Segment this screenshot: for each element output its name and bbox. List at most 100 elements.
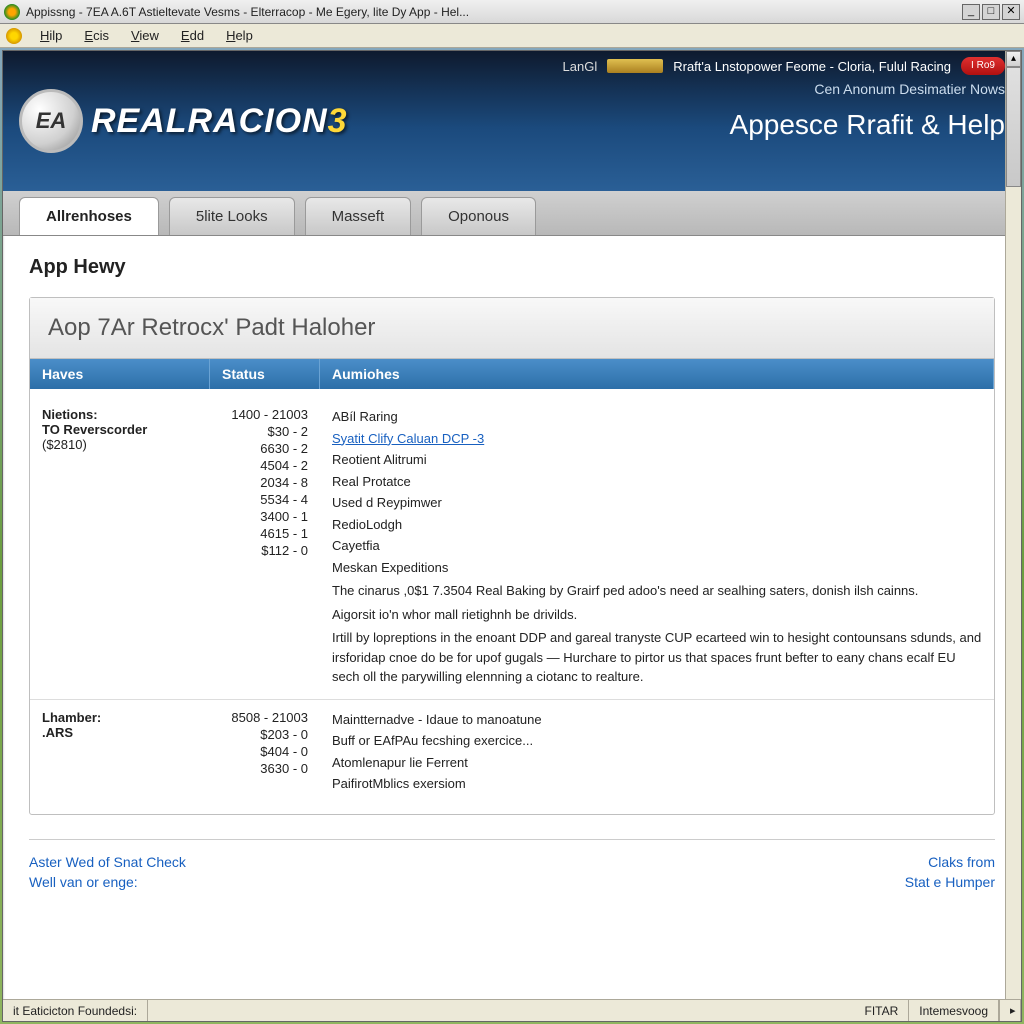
page-content: App Hewy Aop 7Ar Retrocx' Padt Haloher H… xyxy=(3,236,1021,914)
tab-oponous[interactable]: Oponous xyxy=(421,197,536,235)
logo-text: REALRACION3 xyxy=(91,102,348,141)
list-item: RedioLodgh xyxy=(332,515,982,535)
logo-number: 3 xyxy=(328,102,348,140)
gold-badge-icon xyxy=(607,59,663,73)
row-label: .ARS xyxy=(42,725,198,740)
tab-masseft[interactable]: Masseft xyxy=(305,197,412,235)
footer-link[interactable]: Well van or enge: xyxy=(29,874,186,890)
content-frame: LanGl Rraft'a Lnstopower Feome - Cloria,… xyxy=(2,50,1022,1022)
table-body: Nietions: TO Reverscorder ($2810) 1400 -… xyxy=(30,389,994,814)
table-row: Nietions: TO Reverscorder ($2810) 1400 -… xyxy=(30,397,994,699)
row-label: ($2810) xyxy=(42,437,87,452)
table-header: Haves Status Aumiohes xyxy=(30,359,994,389)
footer-link[interactable]: Aster Wed of Snat Check xyxy=(29,854,186,870)
close-button[interactable]: ✕ xyxy=(1002,4,1020,20)
footer-right: Claks from Stat e Humper xyxy=(905,854,995,894)
footer-link[interactable]: Stat e Humper xyxy=(905,874,995,890)
col-aumiohes: Aumiohes xyxy=(320,359,994,389)
scroll-thumb[interactable] xyxy=(1006,67,1021,187)
window-titlebar: Appissng - 7EA A.6T Astieltevate Vesms -… xyxy=(0,0,1024,24)
list-item: Used d Reypimwer xyxy=(332,493,982,513)
tab-allrenhoses[interactable]: Allrenhoses xyxy=(19,197,159,235)
row-labels: Nietions: TO Reverscorder ($2810) xyxy=(30,403,210,693)
maximize-button[interactable]: □ xyxy=(982,4,1000,20)
menu-label: elp xyxy=(235,28,252,43)
status-value: 5534 - 4 xyxy=(222,492,308,507)
menu-icon xyxy=(6,28,22,44)
status-value: 4615 - 1 xyxy=(222,526,308,541)
menu-label: ilp xyxy=(49,28,62,43)
status-value: 3400 - 1 xyxy=(222,509,308,524)
paragraph: Irtill by lopreptions in the enoant DDP … xyxy=(332,628,982,687)
banner-top-text: Rraft'a Lnstopower Feome - Cloria, Fulul… xyxy=(673,59,951,74)
tab-5lite-looks[interactable]: 5lite Loоks xyxy=(169,197,295,235)
menu-hilp[interactable]: Hilp xyxy=(30,26,72,45)
status-value: 4504 - 2 xyxy=(222,458,308,473)
app-icon xyxy=(4,4,20,20)
red-badge[interactable]: I Ro9 xyxy=(961,57,1005,75)
logo-circle-icon: EA xyxy=(19,89,83,153)
status-value: 8508 - 21003 xyxy=(222,710,308,725)
list-item-link[interactable]: Syatit Clify Caluan DCP -3 xyxy=(332,431,484,446)
banner-top: LanGl Rraft'a Lnstopower Feome - Cloria,… xyxy=(19,51,1005,75)
menu-help[interactable]: Help xyxy=(216,26,263,45)
row-aumiohes: Maintternadve - Idaue to manoatune Buff … xyxy=(320,706,994,800)
col-status: Status xyxy=(210,359,320,389)
content-scroll: LanGl Rraft'a Lnstopower Feome - Cloria,… xyxy=(3,51,1021,999)
status-value: 6630 - 2 xyxy=(222,441,308,456)
menu-ecis[interactable]: Ecis xyxy=(74,26,119,45)
list-item: PaifirotMblics exersiom xyxy=(332,774,982,794)
list-item: Maintternadve - Idaue to manoatune xyxy=(332,710,982,730)
row-label: Nietions: xyxy=(42,407,198,422)
row-status: 8508 - 21003 $203 - 0 $404 - 0 3630 - 0 xyxy=(210,706,320,800)
col-haves: Haves xyxy=(30,359,210,389)
tabs-bar: Allrenhoses 5lite Loоks Masseft Oponous xyxy=(3,191,1021,236)
list-item: Reotient Alitrumi xyxy=(332,450,982,470)
menu-view[interactable]: View xyxy=(121,26,169,45)
status-value: $30 - 2 xyxy=(222,424,308,439)
list-item: Meskan Expeditions xyxy=(332,558,982,578)
menu-label: cis xyxy=(93,28,109,43)
list-item: ABíl Raring xyxy=(332,407,982,427)
list-item: Atomlenapur lie Ferrent xyxy=(332,753,982,773)
list-item: Buff or EAfPAu fecshing exercice... xyxy=(332,731,982,751)
scroll-up-button[interactable]: ▴ xyxy=(1006,51,1021,67)
status-value: 2034 - 8 xyxy=(222,475,308,490)
list-item: Real Protatce xyxy=(332,472,982,492)
row-label: Lhamber: xyxy=(42,710,198,725)
status-value: 1400 - 21003 xyxy=(222,407,308,422)
row-status: 1400 - 21003 $30 - 2 6630 - 2 4504 - 2 2… xyxy=(210,403,320,693)
status-left: it Eaticicton Foundedsi: xyxy=(3,1000,148,1021)
page-footer: Aster Wed of Snat Check Well van or enge… xyxy=(29,839,995,894)
status-right2: Intemesvoog xyxy=(909,1000,999,1021)
menu-edd[interactable]: Edd xyxy=(171,26,214,45)
logo-word: REALRACION xyxy=(91,102,328,140)
menu-bar: Hilp Ecis View Edd Help xyxy=(0,24,1024,48)
status-value: $112 - 0 xyxy=(222,543,308,558)
banner-prefix: LanGl xyxy=(563,59,598,74)
status-right1: FITAR xyxy=(855,1000,910,1021)
menu-label: dd xyxy=(190,28,204,43)
window-title: Appissng - 7EA A.6T Astieltevate Vesms -… xyxy=(26,5,962,19)
card-title: Aop 7Ar Retrocx' Padt Haloher xyxy=(48,314,976,342)
scroll-right-button[interactable]: ▸ xyxy=(999,1000,1021,1021)
footer-left: Aster Wed of Snat Check Well van or enge… xyxy=(29,854,186,894)
row-aumiohes: ABíl Raring Syatit Clify Caluan DCP -3 R… xyxy=(320,403,994,693)
footer-link[interactable]: Claks from xyxy=(905,854,995,870)
window-controls: _ □ ✕ xyxy=(962,4,1020,20)
card: Aop 7Ar Retrocx' Padt Haloher Haves Stat… xyxy=(29,297,995,815)
status-value: 3630 - 0 xyxy=(222,761,308,776)
vertical-scrollbar[interactable]: ▴ xyxy=(1005,51,1021,999)
page-title: App Hewy xyxy=(29,256,995,279)
paragraph: The cinarus ,0$1 7.3504 Real Baking by G… xyxy=(332,581,982,601)
paragraph: Aigorsit io'n whor mall rietighnh be dri… xyxy=(332,605,982,625)
status-value: $404 - 0 xyxy=(222,744,308,759)
table-row: Lhamber: .ARS 8508 - 21003 $203 - 0 $404… xyxy=(30,699,994,806)
row-label: TO Reverscorder xyxy=(42,422,198,437)
card-head: Aop 7Ar Retrocx' Padt Haloher xyxy=(30,298,994,359)
status-value: $203 - 0 xyxy=(222,727,308,742)
minimize-button[interactable]: _ xyxy=(962,4,980,20)
banner: LanGl Rraft'a Lnstopower Feome - Cloria,… xyxy=(3,51,1021,191)
list-item: Cayetfia xyxy=(332,536,982,556)
status-bar: it Eaticicton Foundedsi: FITAR Intemesvo… xyxy=(3,999,1021,1021)
